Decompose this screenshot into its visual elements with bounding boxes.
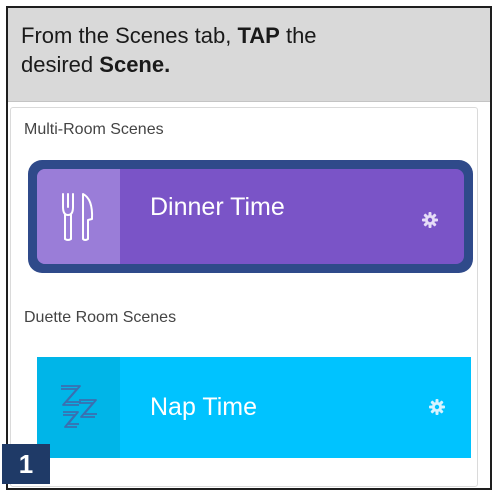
instruction-line-1: From the Scenes tab, TAP the (21, 21, 490, 50)
instruction-emphasis: TAP (237, 23, 280, 48)
scene-icon-tile (37, 169, 120, 264)
scene-dinner-time[interactable]: Dinner Time (37, 169, 464, 264)
scene-nap-time-container: Nap Time (37, 357, 471, 458)
scene-icon-tile (37, 357, 120, 458)
zzz-icon (60, 384, 97, 428)
selected-scene-outline: Dinner Time (28, 160, 473, 273)
scene-name-dinner-time: Dinner Time (150, 193, 285, 221)
instruction-text: desired (21, 52, 94, 77)
gear-icon[interactable] (422, 212, 438, 228)
scene-name-nap-time: Nap Time (150, 393, 257, 421)
duette-room-scenes-label: Duette Room Scenes (24, 309, 177, 326)
instruction-emphasis: Scene. (99, 52, 171, 77)
gear-icon[interactable] (429, 399, 445, 415)
multi-room-scenes-label: Multi-Room Scenes (24, 121, 164, 138)
instruction-header: From the Scenes tab, TAP the desired Sce… (8, 8, 490, 102)
instruction-text: From the Scenes tab, (21, 23, 232, 48)
instruction-line-2: desired Scene. (21, 50, 490, 79)
step-number-badge: 1 (2, 444, 50, 484)
scene-nap-time[interactable]: Nap Time (37, 357, 471, 458)
instruction-text: the (285, 23, 317, 48)
fork-knife-icon (61, 192, 93, 241)
